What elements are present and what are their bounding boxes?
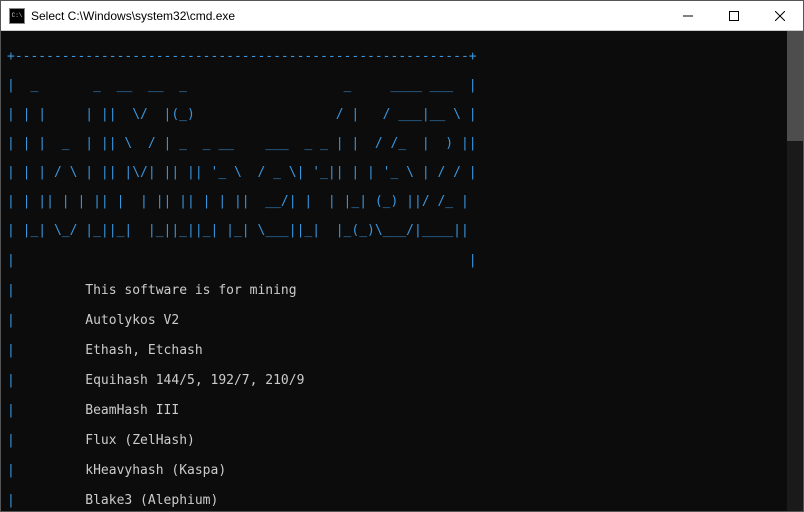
banner-algo-6: | Blake3 (Alephium) — [7, 493, 797, 508]
close-button[interactable] — [757, 1, 803, 30]
banner-ascii-1: | | | | || \/ |(_) / | / ___|__ \ | — [7, 108, 797, 122]
banner-side: | | — [7, 253, 797, 268]
scrollbar-thumb[interactable] — [787, 31, 803, 141]
banner-algo-1: | Ethash, Etchash — [7, 343, 797, 358]
banner-algo-3: | BeamHash III — [7, 403, 797, 418]
banner-algo-4: | Flux (ZelHash) — [7, 433, 797, 448]
banner-intro: | This software is for mining — [7, 283, 797, 298]
scrollbar-track[interactable] — [787, 31, 803, 511]
window-title: Select C:\Windows\system32\cmd.exe — [31, 9, 665, 23]
banner-ascii-4: | | || | | || | | || || | | || __/| | | … — [7, 195, 797, 209]
minimize-button[interactable] — [665, 1, 711, 30]
banner-algo-5: | kHeavyhash (Kaspa) — [7, 463, 797, 478]
banner-border-top: +---------------------------------------… — [7, 50, 797, 64]
banner-ascii-3: | | | / \ | || |\/| || || '_ \ / _ \| '_… — [7, 166, 797, 180]
cmd-window: Select C:\Windows\system32\cmd.exe +----… — [0, 0, 804, 512]
maximize-button[interactable] — [711, 1, 757, 30]
titlebar[interactable]: Select C:\Windows\system32\cmd.exe — [1, 1, 803, 31]
banner-ascii-0: | _ _ __ __ _ _ ____ ___ | — [7, 79, 797, 93]
banner-algo-0: | Autolykos V2 — [7, 313, 797, 328]
cmd-icon — [9, 8, 25, 24]
banner-ascii-2: | | | _ | || \ / | _ _ __ ___ _ _ | | / … — [7, 137, 797, 151]
window-controls — [665, 1, 803, 30]
terminal-area[interactable]: +---------------------------------------… — [1, 31, 803, 511]
banner-algo-2: | Equihash 144/5, 192/7, 210/9 — [7, 373, 797, 388]
banner-ascii-5: | |_| \_/ |_||_| |_||_||_| |_| \___||_| … — [7, 224, 797, 238]
